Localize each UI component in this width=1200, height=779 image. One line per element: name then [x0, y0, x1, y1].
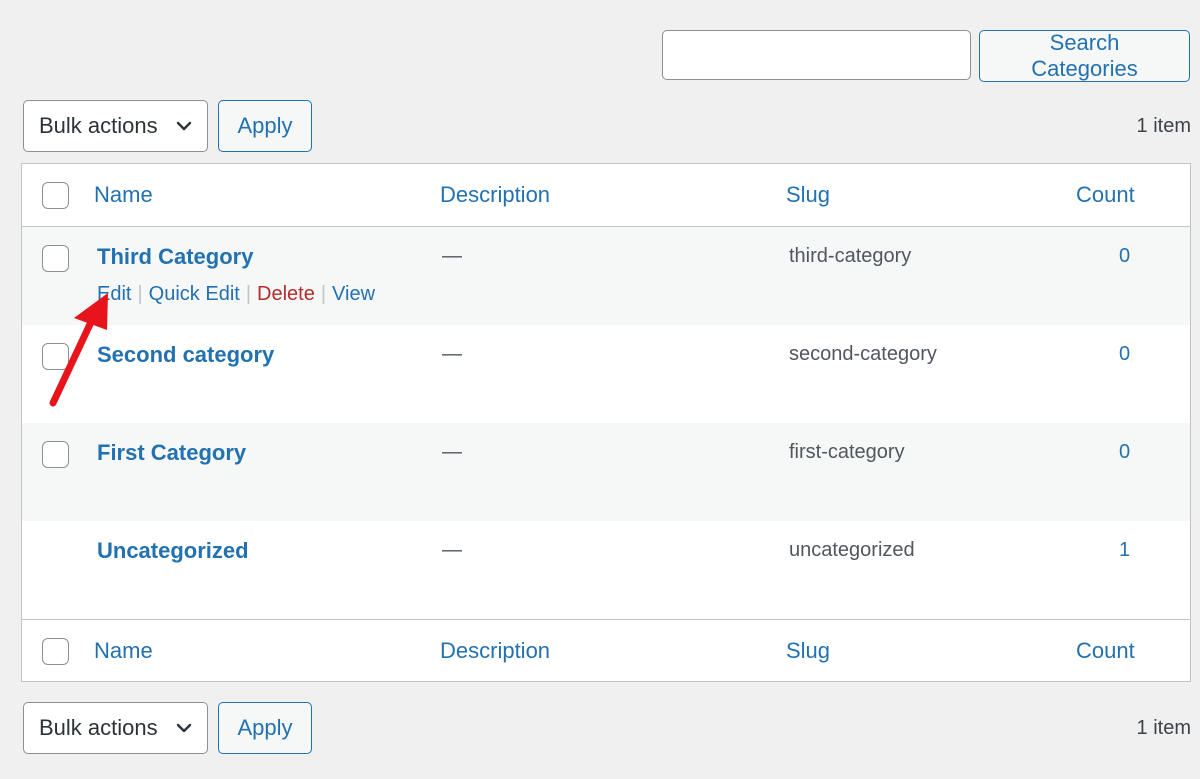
slug-cell: second-category	[789, 343, 937, 365]
separator: |	[137, 283, 143, 305]
items-count: 1 item	[1136, 716, 1191, 739]
description-cell: —	[442, 441, 462, 463]
view-link[interactable]: View	[332, 283, 375, 306]
chevron-down-icon	[176, 121, 192, 131]
row-checkbox[interactable]	[42, 343, 69, 370]
column-footer-count[interactable]: Count	[1076, 638, 1135, 664]
count-link[interactable]: 0	[1119, 245, 1130, 268]
count-link[interactable]: 1	[1119, 539, 1130, 562]
items-count: 1 item	[1136, 114, 1191, 137]
column-footer-description[interactable]: Description	[440, 638, 550, 664]
column-header-count[interactable]: Count	[1076, 182, 1135, 208]
column-header-slug[interactable]: Slug	[786, 182, 830, 208]
search-categories-button[interactable]: Search Categories	[979, 30, 1190, 82]
table-row: First Category — first-category 0	[22, 423, 1190, 521]
count-link[interactable]: 0	[1119, 441, 1130, 464]
select-all-checkbox[interactable]	[42, 182, 69, 209]
table-footer: Name Description Slug Count	[22, 619, 1190, 681]
category-name-link[interactable]: Second category	[97, 342, 274, 368]
count-link[interactable]: 0	[1119, 343, 1130, 366]
separator: |	[320, 283, 327, 305]
bulk-actions-label: Bulk actions	[39, 113, 158, 138]
chevron-down-icon	[176, 723, 192, 733]
category-name-link[interactable]: Uncategorized	[97, 538, 249, 564]
edit-link[interactable]: Edit	[97, 283, 131, 306]
column-header-description[interactable]: Description	[440, 182, 550, 208]
description-cell: —	[442, 343, 462, 365]
slug-cell: third-category	[789, 245, 912, 267]
table-row: Uncategorized — uncategorized 1	[22, 521, 1190, 619]
table-row: Second category — second-category 0	[22, 325, 1190, 423]
quick-edit-link[interactable]: Quick Edit	[149, 283, 240, 306]
bulk-actions-select-bottom[interactable]: Bulk actions	[23, 702, 208, 754]
row-checkbox[interactable]	[42, 245, 69, 272]
bulk-actions-select[interactable]: Bulk actions	[23, 100, 208, 152]
apply-button-bottom[interactable]: Apply	[218, 702, 312, 754]
description-cell: —	[442, 539, 462, 561]
apply-button[interactable]: Apply	[218, 100, 312, 152]
category-name-link[interactable]: First Category	[97, 440, 246, 466]
table-header: Name Description Slug Count	[22, 164, 1190, 227]
column-footer-slug[interactable]: Slug	[786, 638, 830, 664]
categories-table: Name Description Slug Count Third Catego…	[21, 163, 1191, 682]
separator: |	[245, 283, 252, 305]
bulk-actions-label: Bulk actions	[39, 715, 158, 740]
column-footer-name[interactable]: Name	[94, 638, 153, 664]
row-checkbox[interactable]	[42, 441, 69, 468]
table-row: Third Category Edit | Quick Edit | Delet…	[22, 227, 1190, 325]
tablenav-top: Bulk actions Apply 1 item	[23, 100, 1191, 152]
category-name-link[interactable]: Third Category	[97, 244, 253, 270]
delete-link[interactable]: Delete	[257, 283, 315, 306]
select-all-checkbox-footer[interactable]	[42, 638, 69, 665]
column-header-name[interactable]: Name	[94, 182, 153, 208]
tablenav-bottom: Bulk actions Apply 1 item	[23, 702, 1191, 754]
row-actions: Edit | Quick Edit | Delete | View	[97, 283, 375, 306]
search-categories-input[interactable]	[662, 30, 971, 80]
description-cell: —	[442, 245, 462, 267]
slug-cell: uncategorized	[789, 539, 915, 561]
search-box: Search Categories	[662, 30, 1190, 82]
slug-cell: first-category	[789, 441, 905, 463]
